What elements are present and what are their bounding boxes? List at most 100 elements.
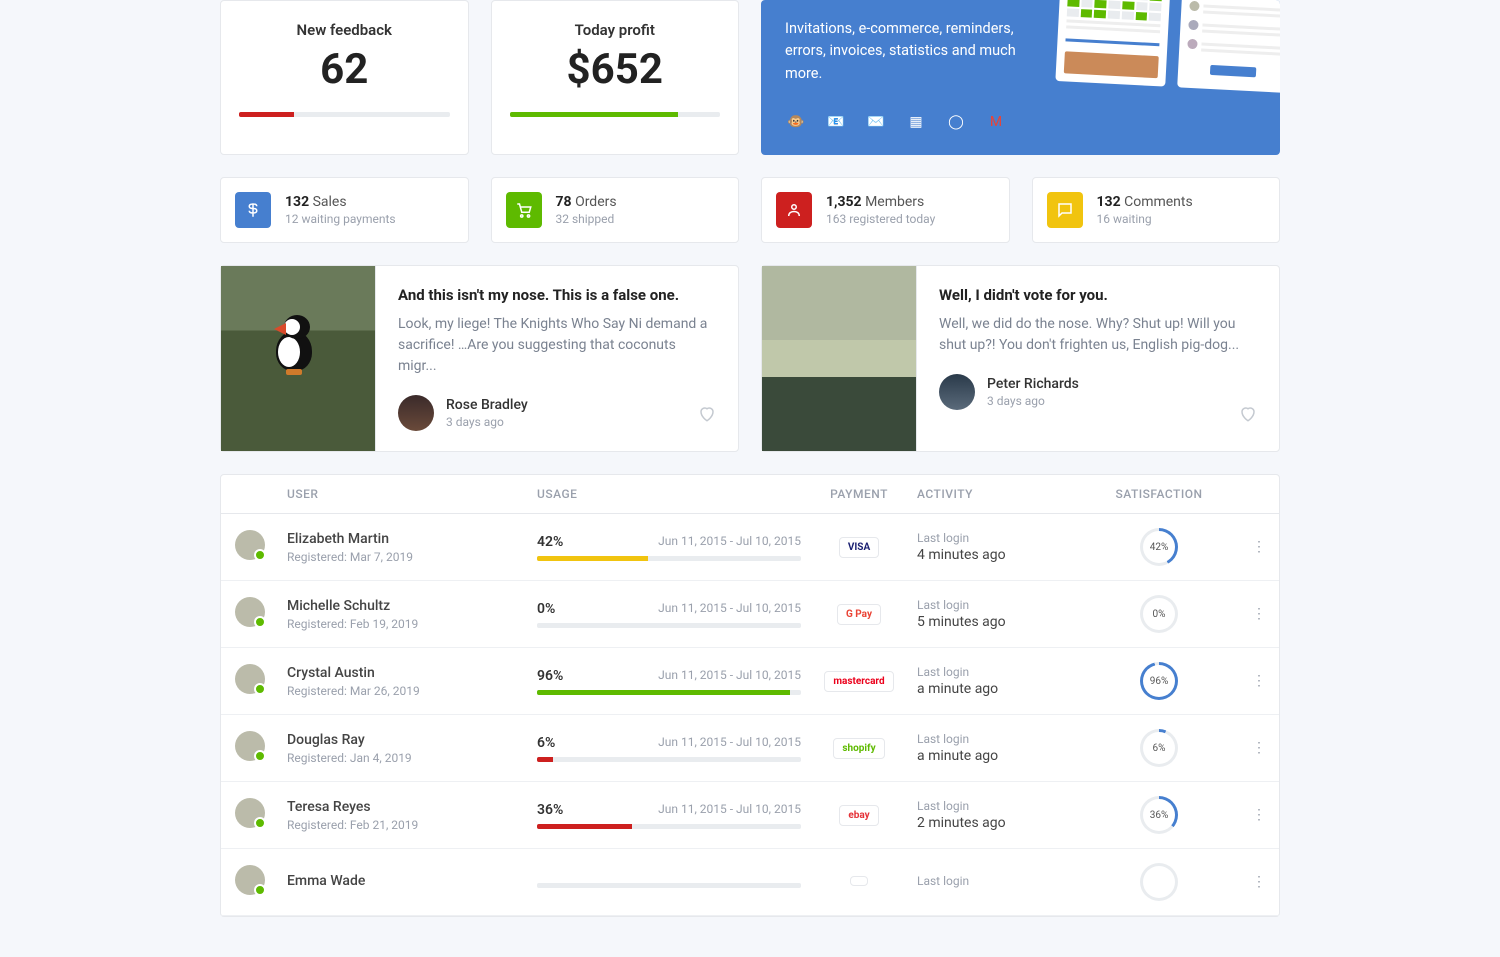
user-registered: Registered: Mar 26, 2019 xyxy=(287,684,521,698)
usage-range: Jun 11, 2015 - Jul 10, 2015 xyxy=(658,802,801,818)
user-avatar xyxy=(235,664,265,694)
row-menu-button[interactable]: ⋮ xyxy=(1239,514,1279,581)
banner-text: Invitations, e-commerce, reminders, erro… xyxy=(785,18,1035,85)
user-avatar xyxy=(235,865,265,895)
dollar-icon xyxy=(235,192,271,228)
activity-value: a minute ago xyxy=(917,681,1071,697)
usage-range: Jun 11, 2015 - Jul 10, 2015 xyxy=(658,735,801,751)
activity-label: Last login xyxy=(917,874,1071,888)
usage-percent: 6% xyxy=(537,735,555,751)
activity-label: Last login xyxy=(917,531,1071,545)
post-excerpt: Well, we did do the nose. Why? Shut up! … xyxy=(939,314,1257,356)
activity-label: Last login xyxy=(917,598,1071,612)
user-registered: Registered: Jan 4, 2019 xyxy=(287,751,521,765)
post-card[interactable]: Well, I didn't vote for you. Well, we di… xyxy=(761,265,1280,452)
row-menu-button[interactable]: ⋮ xyxy=(1239,648,1279,715)
author-name: Rose Bradley xyxy=(446,397,528,413)
user-name: Crystal Austin xyxy=(287,665,521,681)
table-row: Elizabeth Martin Registered: Mar 7, 2019… xyxy=(221,514,1279,581)
mini-stat-orders[interactable]: 78 Orders 32 shipped xyxy=(491,177,740,243)
activity-value: a minute ago xyxy=(917,748,1071,764)
post-time: 3 days ago xyxy=(987,394,1079,408)
activity-label: Last login xyxy=(917,799,1071,813)
table-row: Crystal Austin Registered: Mar 26, 2019 … xyxy=(221,648,1279,715)
row-menu-button[interactable]: ⋮ xyxy=(1239,849,1279,916)
circle-icon: ◯ xyxy=(945,111,967,133)
payment-badge xyxy=(850,876,868,886)
payment-badge: G Pay xyxy=(837,604,881,625)
payment-badge: shopify xyxy=(833,738,884,759)
col-user: USER xyxy=(279,475,529,514)
user-avatar xyxy=(235,530,265,560)
row-menu-button[interactable]: ⋮ xyxy=(1239,782,1279,849)
activity-value: 4 minutes ago xyxy=(917,547,1071,563)
col-satisfaction: SATISFACTION xyxy=(1079,475,1239,514)
progress-bar xyxy=(510,112,721,117)
banner-service-icons: 🐵 📧 ✉️ ▦ ◯ M xyxy=(785,111,1256,133)
mailchimp-icon: 🐵 xyxy=(785,111,807,133)
mini-stat-members[interactable]: 1,352 Members 163 registered today xyxy=(761,177,1010,243)
progress-bar xyxy=(239,112,450,117)
author-avatar xyxy=(398,395,434,431)
post-card[interactable]: And this isn't my nose. This is a false … xyxy=(220,265,739,452)
post-title: And this isn't my nose. This is a false … xyxy=(398,286,716,304)
usage-bar xyxy=(537,690,801,695)
outlook-icon: 📧 xyxy=(825,111,847,133)
post-excerpt: Look, my liege! The Knights Who Say Ni d… xyxy=(398,314,716,377)
satisfaction-ring: 96% xyxy=(1140,662,1178,700)
post-time: 3 days ago xyxy=(446,415,528,429)
usage-range: Jun 11, 2015 - Jul 10, 2015 xyxy=(658,668,801,684)
stat-label: Today profit xyxy=(510,21,721,39)
user-avatar xyxy=(235,798,265,828)
users-icon xyxy=(776,192,812,228)
usage-range: Jun 11, 2015 - Jul 10, 2015 xyxy=(658,534,801,550)
users-table: USER USAGE PAYMENT ACTIVITY SATISFACTION… xyxy=(221,475,1279,916)
payment-badge: mastercard xyxy=(824,671,893,692)
banner-mockups: Top comments xyxy=(1055,0,1280,93)
author-avatar xyxy=(939,374,975,410)
user-avatar xyxy=(235,597,265,627)
usage-percent: 96% xyxy=(537,668,563,684)
stat-value: 62 xyxy=(239,45,450,94)
usage-range: Jun 11, 2015 - Jul 10, 2015 xyxy=(658,601,801,617)
stat-card-feedback: New feedback 62 xyxy=(220,0,469,155)
satisfaction-ring: 0% xyxy=(1140,595,1178,633)
activity-label: Last login xyxy=(917,732,1071,746)
satisfaction-ring: 36% xyxy=(1140,796,1178,834)
heart-icon[interactable] xyxy=(698,405,716,427)
user-name: Teresa Reyes xyxy=(287,799,521,815)
usage-bar xyxy=(537,623,801,628)
stat-label: New feedback xyxy=(239,21,450,39)
usage-bar xyxy=(537,757,801,762)
mail-icon: ✉️ xyxy=(865,111,887,133)
user-registered: Registered: Mar 7, 2019 xyxy=(287,550,521,564)
row-menu-button[interactable]: ⋮ xyxy=(1239,581,1279,648)
table-row: Michelle Schultz Registered: Feb 19, 201… xyxy=(221,581,1279,648)
usage-bar xyxy=(537,883,801,888)
usage-bar xyxy=(537,824,801,829)
post-image xyxy=(762,266,917,451)
table-row: Emma Wade Last login ⋮ xyxy=(221,849,1279,916)
mini-stat-comments[interactable]: 132 Comments 16 waiting xyxy=(1032,177,1281,243)
user-registered: Registered: Feb 19, 2019 xyxy=(287,617,521,631)
table-row: Teresa Reyes Registered: Feb 21, 2019 36… xyxy=(221,782,1279,849)
author-name: Peter Richards xyxy=(987,376,1079,392)
table-row: Douglas Ray Registered: Jan 4, 2019 6% J… xyxy=(221,715,1279,782)
usage-bar xyxy=(537,556,801,561)
user-name: Elizabeth Martin xyxy=(287,531,521,547)
heart-icon[interactable] xyxy=(1239,405,1257,427)
satisfaction-ring xyxy=(1140,863,1178,901)
post-image xyxy=(221,266,376,451)
stat-value: $652 xyxy=(510,45,721,94)
activity-label: Last login xyxy=(917,665,1071,679)
activity-value: 2 minutes ago xyxy=(917,815,1071,831)
user-name: Michelle Schultz xyxy=(287,598,521,614)
usage-percent: 42% xyxy=(537,534,563,550)
post-title: Well, I didn't vote for you. xyxy=(939,286,1257,304)
row-menu-button[interactable]: ⋮ xyxy=(1239,715,1279,782)
mini-stat-sales[interactable]: 132 Sales 12 waiting payments xyxy=(220,177,469,243)
user-name: Douglas Ray xyxy=(287,732,521,748)
cart-icon xyxy=(506,192,542,228)
stat-card-profit: Today profit $652 xyxy=(491,0,740,155)
payment-badge: ebay xyxy=(839,805,878,826)
